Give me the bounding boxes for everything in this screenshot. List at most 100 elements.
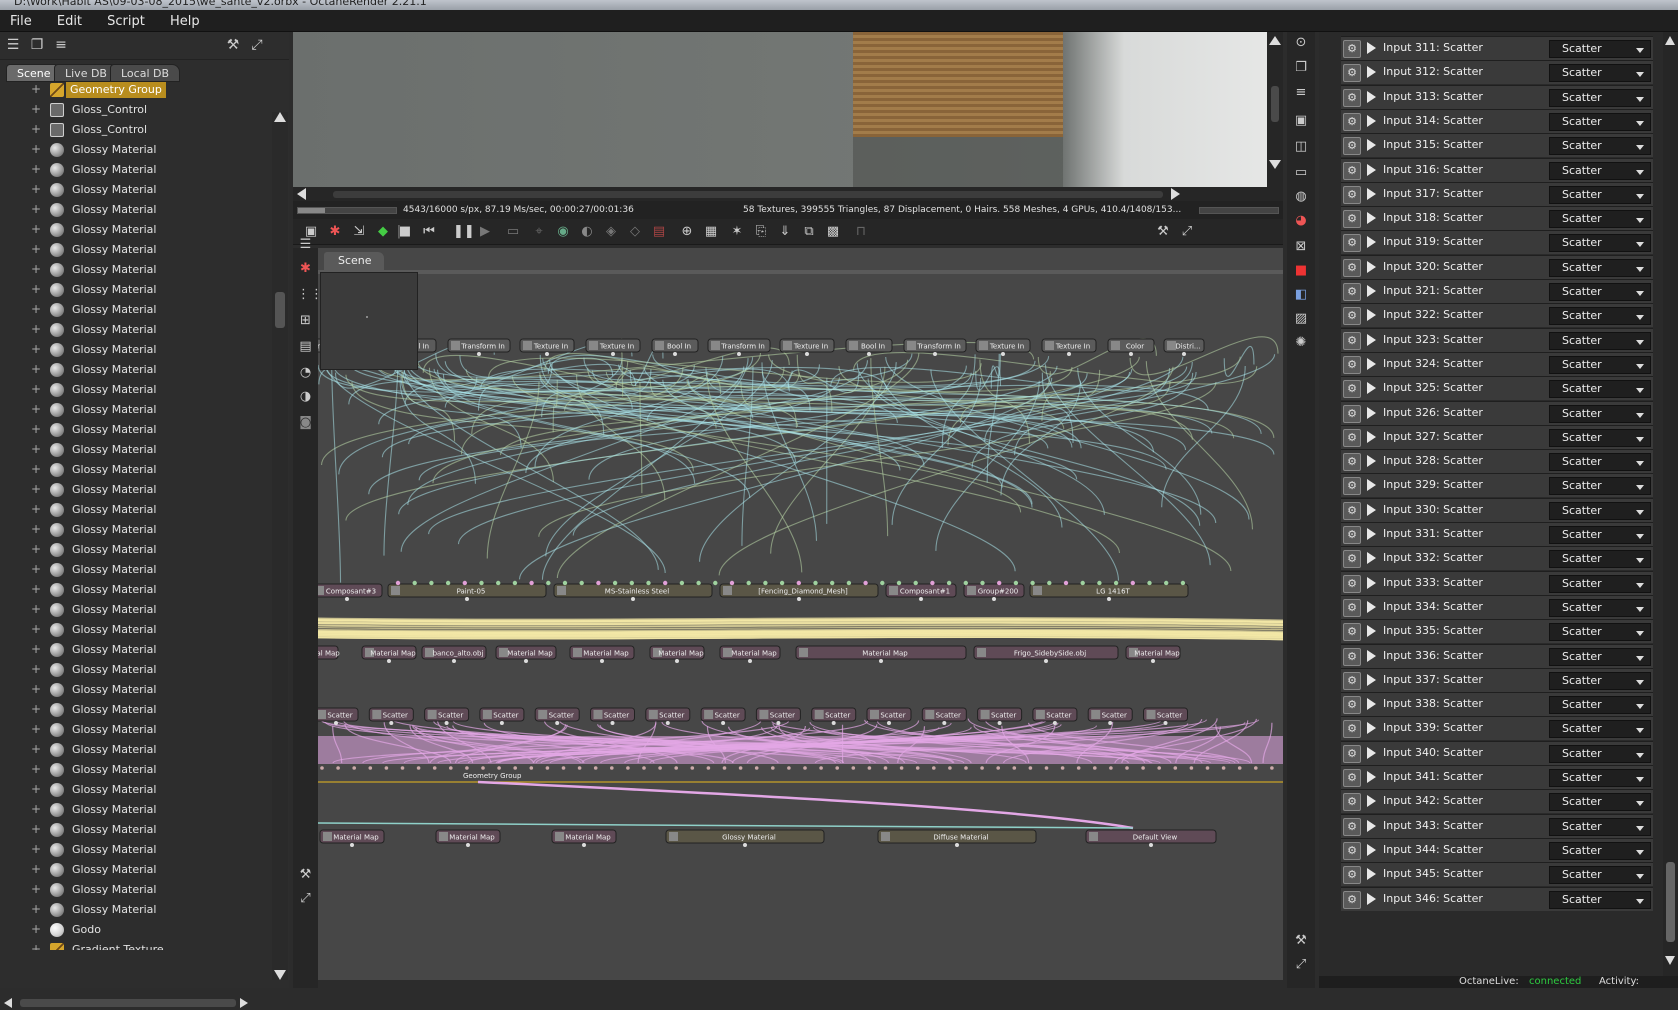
tree-item[interactable]: +Gloss_Control	[0, 120, 272, 140]
lock-icon[interactable]: ⊓	[853, 224, 869, 240]
kernel-icon[interactable]: ◫	[1292, 138, 1310, 156]
geometry-icon[interactable]: ◧	[1292, 286, 1310, 304]
scroll-up-arrow-icon[interactable]	[1269, 36, 1281, 45]
input-pin-row[interactable]: ⚙Input 311: ScatterScatter	[1341, 36, 1653, 60]
graph-node[interactable]: Material Map	[720, 646, 780, 663]
scroll-left-arrow-icon[interactable]	[4, 998, 12, 1008]
graph-node[interactable]: Frigo_SidebySide.obj	[974, 646, 1118, 663]
input-node-type-select[interactable]: Scatter	[1549, 866, 1651, 884]
node-output-pin[interactable]	[1149, 843, 1153, 847]
pin-type-icon[interactable]: ⚙	[1343, 332, 1361, 350]
expand-icon[interactable]: +	[30, 623, 42, 635]
expand-icon[interactable]: +	[30, 843, 42, 855]
pin-type-icon[interactable]: ⚙	[1343, 623, 1361, 641]
graph-node[interactable]: Scatter	[369, 708, 413, 725]
expand-icon[interactable]: +	[30, 763, 42, 775]
expand-triangle-icon[interactable]	[1367, 747, 1376, 759]
expand-icon[interactable]: +	[30, 903, 42, 915]
maximize-icon[interactable]: ⤢	[1179, 224, 1195, 240]
node-output-pin[interactable]	[805, 352, 809, 356]
graph-node[interactable]: Distri...	[1164, 339, 1204, 356]
graph-node[interactable]: Texture In	[1042, 339, 1096, 356]
pin-type-icon[interactable]: ⚙	[1343, 89, 1361, 107]
tree-item[interactable]: +Glossy Material	[0, 700, 272, 720]
graph-node[interactable]: Scatter	[756, 708, 800, 725]
scroll-thumb[interactable]	[1271, 86, 1279, 122]
expand-triangle-icon[interactable]	[1367, 868, 1376, 880]
graph-node[interactable]: Texture In	[976, 339, 1030, 356]
expand-triangle-icon[interactable]	[1367, 674, 1376, 686]
input-pin-row[interactable]: ⚙Input 343: ScatterScatter	[1341, 814, 1653, 838]
tree-item[interactable]: +Glossy Material	[0, 200, 272, 220]
tree-item[interactable]: +Gradient Texture	[0, 940, 272, 950]
pin-type-icon[interactable]: ⚙	[1343, 162, 1361, 180]
expand-icon[interactable]: +	[30, 703, 42, 715]
pin-type-icon[interactable]: ⚙	[1343, 866, 1361, 884]
graph-node[interactable]: Color	[1108, 339, 1154, 356]
graph-node[interactable]: Scatter	[425, 708, 469, 725]
pin-type-icon[interactable]: ⚙	[1343, 210, 1361, 228]
tree-item[interactable]: +Glossy Material	[0, 400, 272, 420]
tree-item[interactable]: +Glossy Material	[0, 300, 272, 320]
input-pin-row[interactable]: ⚙Input 346: ScatterScatter	[1341, 887, 1653, 911]
input-pin-row[interactable]: ⚙Input 337: ScatterScatter	[1341, 668, 1653, 692]
node-output-pin[interactable]	[673, 352, 677, 356]
input-node-type-select[interactable]: Scatter	[1549, 526, 1651, 544]
input-node-type-select[interactable]: Scatter	[1549, 891, 1651, 909]
input-node-type-select[interactable]: Scatter	[1549, 380, 1651, 398]
input-pin-row[interactable]: ⚙Input 329: ScatterScatter	[1341, 473, 1653, 497]
node-output-pin[interactable]	[887, 721, 891, 725]
node-output-pin[interactable]	[631, 597, 635, 601]
input-pin-row[interactable]: ⚙Input 333: ScatterScatter	[1341, 571, 1653, 595]
input-pin-row[interactable]: ⚙Input 326: ScatterScatter	[1341, 401, 1653, 425]
input-node-type-select[interactable]: Scatter	[1549, 332, 1651, 350]
menu-edit[interactable]: Edit	[47, 11, 92, 33]
node-output-pin[interactable]	[832, 721, 836, 725]
graph-arrange-icon[interactable]: ⋮⋮	[297, 286, 314, 303]
tree-item[interactable]: +Glossy Material	[0, 320, 272, 340]
pin-type-icon[interactable]: ⚙	[1343, 307, 1361, 325]
node-output-pin[interactable]	[611, 721, 615, 725]
input-pin-row[interactable]: ⚙Input 338: ScatterScatter	[1341, 692, 1653, 716]
input-node-type-select[interactable]: Scatter	[1549, 429, 1651, 447]
expand-triangle-icon[interactable]	[1367, 528, 1376, 540]
menu-script[interactable]: Script	[97, 11, 155, 33]
expand-icon[interactable]: +	[30, 483, 42, 495]
node-output-pin[interactable]	[524, 659, 528, 663]
focus-picker-icon[interactable]: ⌖	[531, 224, 547, 240]
scroll-right-arrow-icon[interactable]	[240, 998, 248, 1008]
node-output-pin[interactable]	[776, 721, 780, 725]
copy-icon[interactable]: ⎘	[753, 224, 769, 240]
input-pin-row[interactable]: ⚙Input 335: ScatterScatter	[1341, 619, 1653, 643]
tree-item[interactable]: +Godo	[0, 920, 272, 940]
tree-item[interactable]: +Glossy Material	[0, 240, 272, 260]
tree-item[interactable]: +Glossy Material	[0, 180, 272, 200]
pin-type-icon[interactable]: ⚙	[1343, 429, 1361, 447]
tree-item[interactable]: +Glossy Material	[0, 820, 272, 840]
scroll-thumb[interactable]	[1666, 862, 1675, 942]
wrench-icon[interactable]: ⚒	[224, 36, 242, 54]
pin-type-icon[interactable]: ⚙	[1343, 113, 1361, 131]
input-node-type-select[interactable]: Scatter	[1549, 550, 1651, 568]
node-output-pin[interactable]	[477, 352, 481, 356]
image-settings-icon[interactable]: ▣	[1292, 112, 1310, 130]
wrench-icon[interactable]: ⚒	[1155, 224, 1171, 240]
node-output-pin[interactable]	[465, 597, 469, 601]
grid-icon[interactable]: ▦	[703, 224, 719, 240]
image-icon[interactable]: ▨	[1292, 310, 1310, 328]
pin-type-icon[interactable]: ⚙	[1343, 720, 1361, 738]
input-pin-row[interactable]: ⚙Input 332: ScatterScatter	[1341, 546, 1653, 570]
input-node-type-select[interactable]: Scatter	[1549, 356, 1651, 374]
denoise-icon[interactable]: ▩	[825, 224, 841, 240]
expand-triangle-icon[interactable]	[1367, 42, 1376, 54]
node-output-pin[interactable]	[387, 659, 391, 663]
clay-mode-icon[interactable]: ✱	[327, 224, 343, 240]
input-node-type-select[interactable]: Scatter	[1549, 575, 1651, 593]
tree-item[interactable]: +Glossy Material	[0, 840, 272, 860]
pin-type-icon[interactable]: ⚙	[1343, 575, 1361, 593]
pin-type-icon[interactable]: ⚙	[1343, 64, 1361, 82]
input-pin-row[interactable]: ⚙Input 325: ScatterScatter	[1341, 376, 1653, 400]
tree-item[interactable]: +Glossy Material	[0, 760, 272, 780]
scroll-up-arrow-icon[interactable]	[1665, 36, 1675, 45]
input-node-type-select[interactable]: Scatter	[1549, 477, 1651, 495]
